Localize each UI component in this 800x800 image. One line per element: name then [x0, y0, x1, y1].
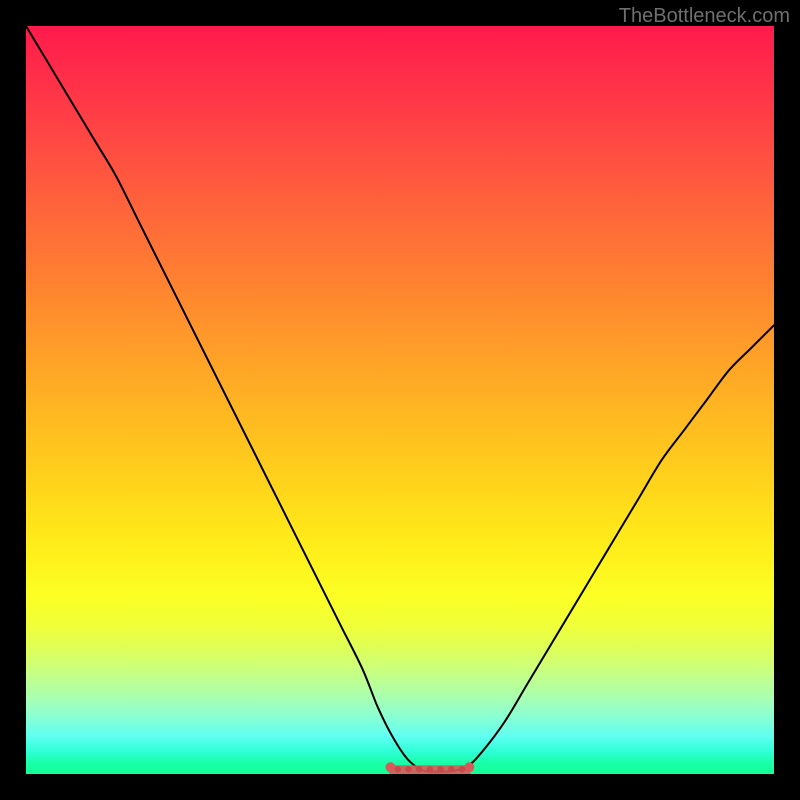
flat-region-dot — [405, 766, 411, 772]
flat-region-cap-left — [386, 762, 396, 772]
outer-frame: TheBottleneck.com — [0, 0, 800, 800]
plot-area — [26, 26, 774, 774]
flat-region-dot — [459, 766, 465, 772]
chart-svg — [26, 26, 774, 774]
flat-region-cap-right — [464, 762, 474, 772]
bottleneck-curve — [26, 26, 774, 772]
flat-region-dot — [427, 766, 433, 772]
flat-region-dot — [416, 766, 422, 772]
flat-region-dot — [437, 766, 443, 772]
flat-region-dot — [395, 766, 401, 772]
flat-region-dot — [448, 766, 454, 772]
flat-region-marker — [386, 762, 475, 774]
watermark-text: TheBottleneck.com — [619, 5, 790, 28]
